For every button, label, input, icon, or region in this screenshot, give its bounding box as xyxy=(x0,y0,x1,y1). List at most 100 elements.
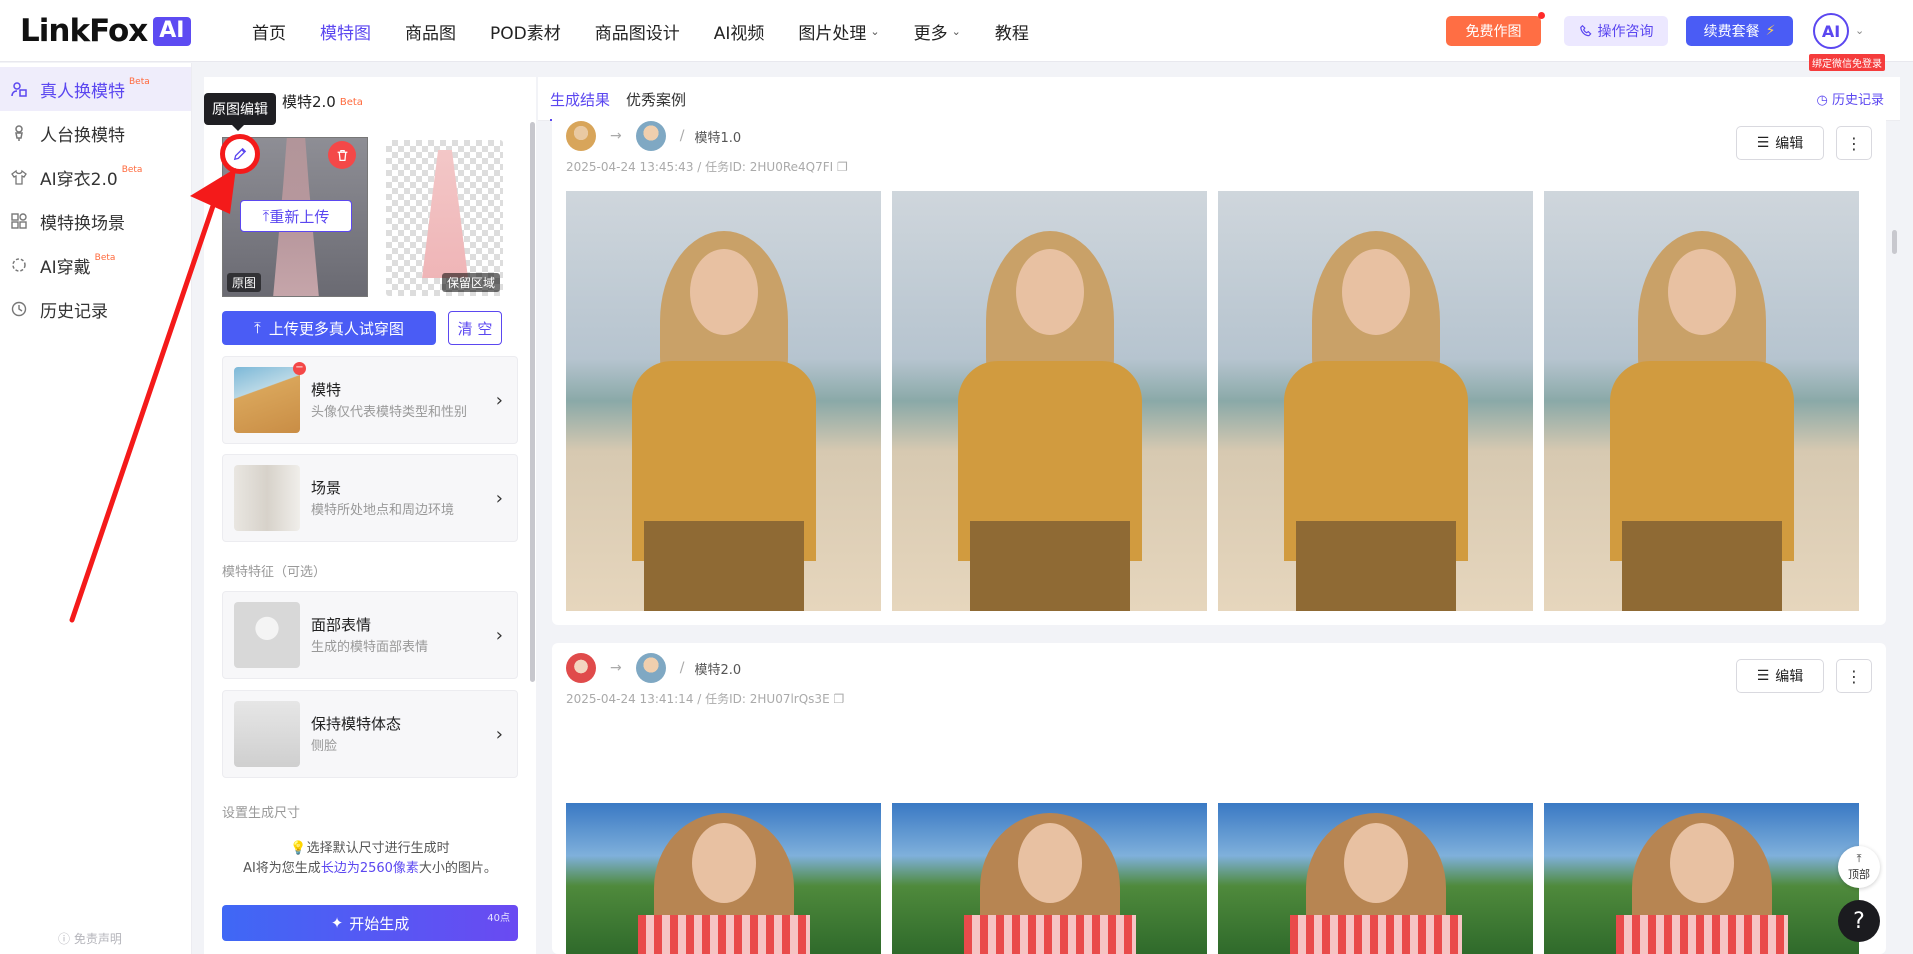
copy-icon[interactable]: ❐ xyxy=(837,160,848,174)
task-meta-text: 2025-04-24 13:41:14 / 任务ID: 2HU07lrQs3E xyxy=(566,692,830,706)
garment-avatar xyxy=(566,653,596,683)
nav-product-design[interactable]: 商品图设计 xyxy=(595,19,680,44)
result-image[interactable] xyxy=(892,191,1207,611)
card-subtitle: 生成的模特面部表情 xyxy=(311,640,429,655)
upload-icon: ⤒ xyxy=(262,207,270,225)
pose-thumbnail xyxy=(234,701,300,767)
model-selector-card[interactable]: − 模特 头像仅代表模特类型和性别 › xyxy=(222,356,518,444)
bind-wechat-tag[interactable]: 绑定微信免登录 xyxy=(1809,54,1885,71)
linkfox-logo[interactable]: LinkFox AI xyxy=(20,13,191,49)
copy-icon[interactable]: ❐ xyxy=(833,692,844,706)
card-title: 面部表情 xyxy=(311,616,372,634)
chevron-right-icon: › xyxy=(495,625,503,646)
sidebar-item-label: 真人换模特 xyxy=(40,81,125,102)
sidebar-item-label: 人台换模特 xyxy=(40,125,125,146)
card-title: 保持模特体态 xyxy=(311,715,402,733)
trash-icon xyxy=(337,149,347,161)
model-version: 模特2.0 xyxy=(694,662,742,678)
keep-area-image[interactable]: 保留区域 xyxy=(386,140,503,296)
pose-card[interactable]: 保持模特体态 侧脸 › xyxy=(222,690,518,778)
garment-avatar xyxy=(566,121,596,151)
back-to-top-button[interactable]: ⤒ 顶部 xyxy=(1838,846,1880,888)
main-nav: 首页 模特图 商品图 POD素材 商品图设计 AI视频 图片处理 ⌄ 更多 ⌄ 教程 xyxy=(252,0,1063,62)
nav-tutorial[interactable]: 教程 xyxy=(995,19,1029,44)
more-options-button[interactable]: ⋮ xyxy=(1836,659,1872,693)
consult-label: 操作咨询 xyxy=(1597,24,1654,40)
result-image[interactable] xyxy=(892,803,1207,954)
nav-home[interactable]: 首页 xyxy=(252,19,286,44)
more-options-button[interactable]: ⋮ xyxy=(1836,126,1872,160)
history-link[interactable]: ◷ 历史记录 xyxy=(1817,89,1885,108)
edit-result-button[interactable]: ☰ 编辑 xyxy=(1736,659,1824,693)
renew-label: 续费套餐 xyxy=(1703,24,1760,40)
result-image[interactable] xyxy=(566,803,881,954)
reupload-label: 重新上传 xyxy=(269,207,330,226)
more-vertical-icon: ⋮ xyxy=(1846,666,1862,686)
result-image[interactable] xyxy=(1218,803,1533,954)
edit-result-button[interactable]: ☰ 编辑 xyxy=(1736,126,1824,160)
panel-scrollbar[interactable] xyxy=(530,122,535,682)
result-image[interactable] xyxy=(1544,803,1859,954)
sidebar-item-history[interactable]: 历史记录 xyxy=(0,287,191,331)
result-card-header: → / 模特1.0 xyxy=(566,121,741,151)
nav-image-processing[interactable]: 图片处理 ⌄ xyxy=(798,19,879,44)
renew-plan-button[interactable]: 续费套餐 ⚡ xyxy=(1686,16,1793,46)
size-tip-line1: 选择默认尺寸进行生成时 xyxy=(306,841,450,856)
size-tip: 💡选择默认尺寸进行生成时 AI将为您生成长边为2560像素大小的图片。 xyxy=(204,839,536,879)
results-area: 生成结果 优秀案例 ◷ 历史记录 → / 模特1.0 2025-04-24 13… xyxy=(538,77,1900,954)
edit-original-tooltip: 原图编辑 xyxy=(204,93,276,131)
sliders-icon: ☰ xyxy=(1756,668,1770,684)
nav-product-image[interactable]: 商品图 xyxy=(405,19,456,44)
start-generate-button[interactable]: ✦ 开始生成 40点 xyxy=(222,905,518,941)
page-scrollbar[interactable] xyxy=(1892,230,1897,254)
result-image[interactable] xyxy=(566,191,881,611)
arrow-up-icon: ⤒ xyxy=(1856,852,1862,865)
sidebar-item-ai-wear[interactable]: AI穿戴 Beta xyxy=(0,243,191,287)
phone-icon xyxy=(1579,24,1591,37)
user-menu[interactable]: AI ⌄ xyxy=(1813,13,1864,49)
nav-more[interactable]: 更多 ⌄ xyxy=(914,19,961,44)
result-image[interactable] xyxy=(1218,191,1533,611)
clear-button[interactable]: 清 空 xyxy=(448,311,502,345)
edit-label: 编辑 xyxy=(1775,136,1804,152)
reupload-button[interactable]: ⤒ 重新上传 xyxy=(240,200,352,232)
sidebar-item-real-model-swap[interactable]: 真人换模特 Beta xyxy=(0,67,191,111)
nav-pod[interactable]: POD素材 xyxy=(490,19,561,44)
remove-model-icon[interactable]: − xyxy=(293,362,306,375)
person-swap-icon xyxy=(10,80,28,98)
sidebar-item-mannequin-swap[interactable]: 人台换模特 xyxy=(0,111,191,155)
original-tag: 原图 xyxy=(227,273,262,292)
consult-button[interactable]: 操作咨询 xyxy=(1564,16,1668,46)
help-button[interactable]: ? xyxy=(1838,900,1880,942)
notification-dot xyxy=(1538,12,1545,19)
model-version: 模特1.0 xyxy=(694,130,742,146)
delete-image-button[interactable] xyxy=(328,141,356,169)
top-header: LinkFox AI 首页 模特图 商品图 POD素材 商品图设计 AI视频 图… xyxy=(0,0,1913,71)
scene-selector-card[interactable]: 场景 模特所处地点和周边环境 › xyxy=(222,454,518,542)
nav-label: POD素材 xyxy=(490,23,561,44)
info-icon: ⓘ xyxy=(58,932,74,946)
model-thumbnail xyxy=(234,367,300,433)
nav-ai-video[interactable]: AI视频 xyxy=(714,19,765,44)
left-sidebar: 真人换模特 Beta 人台换模特 AI穿衣2.0 Beta 模特换场景 AI穿戴 Be… xyxy=(0,63,192,954)
tab-cases[interactable]: 优秀案例 xyxy=(626,89,686,110)
free-create-button[interactable]: 免费作图 xyxy=(1446,12,1545,46)
result-image[interactable] xyxy=(1544,191,1859,611)
sidebar-item-ai-dressing[interactable]: AI穿衣2.0 Beta xyxy=(0,155,191,199)
upload-more-button[interactable]: ⤒ 上传更多真人试穿图 xyxy=(222,311,436,345)
keep-area-tag: 保留区域 xyxy=(441,273,500,292)
scene-icon xyxy=(10,212,28,230)
size-tip-part: AI将为您生成 xyxy=(243,861,321,876)
back-to-top-label: 顶部 xyxy=(1848,868,1870,881)
size-tip-highlight: 长边为2560像素 xyxy=(320,861,419,876)
tab-results[interactable]: 生成结果 xyxy=(550,89,611,121)
nav-label: 商品图设计 xyxy=(594,23,680,44)
face-expression-card[interactable]: 面部表情 生成的模特面部表情 › xyxy=(222,591,518,679)
nav-model-image[interactable]: 模特图 xyxy=(320,19,371,44)
chevron-right-icon: › xyxy=(495,390,503,411)
edit-original-button[interactable] xyxy=(220,134,260,174)
disclaimer-link[interactable]: ⓘ 免责声明 xyxy=(58,930,122,947)
result-card: → / 模特1.0 2025-04-24 13:45:43 / 任务ID: 2H… xyxy=(552,113,1886,625)
sidebar-item-scene-swap[interactable]: 模特换场景 xyxy=(0,199,191,243)
pencil-icon xyxy=(233,147,247,161)
